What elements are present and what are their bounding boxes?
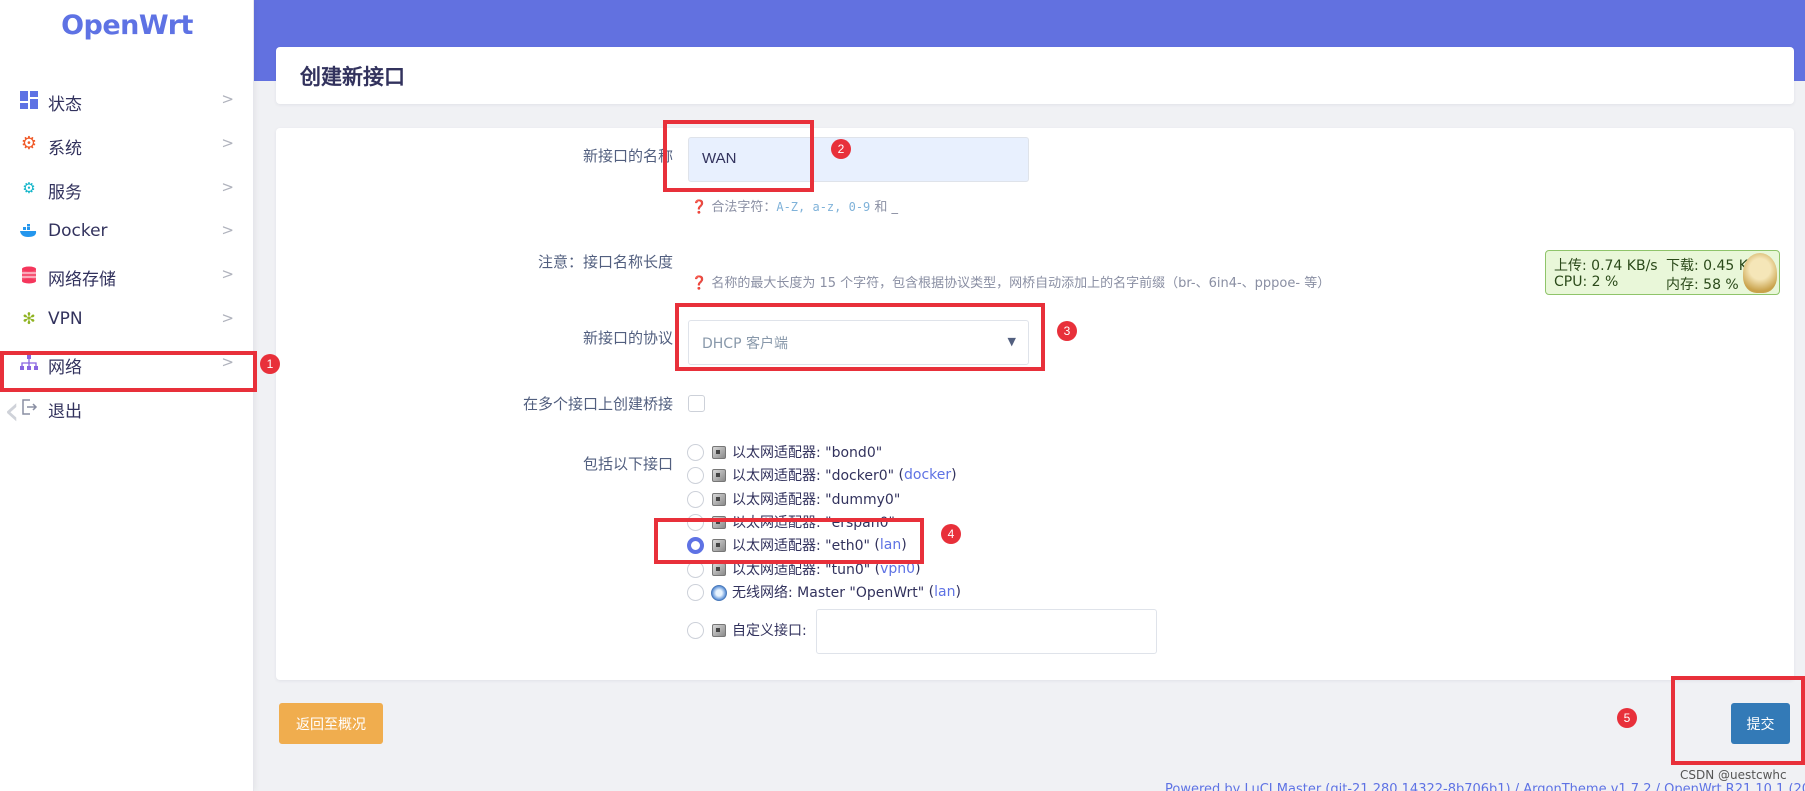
radio-button[interactable] (687, 583, 704, 601)
ethernet-port-icon (710, 467, 728, 483)
interface-option-docker0[interactable]: 以太网适配器: "docker0" (docker) (687, 465, 957, 485)
sidebar-item-vpn[interactable]: ✻ VPN > (0, 298, 254, 342)
ethernet-port-icon (710, 444, 728, 460)
interface-option-dummy0[interactable]: 以太网适配器: "dummy0" (687, 489, 900, 509)
include-label: 包括以下接口 (582, 455, 673, 473)
chevron-right-icon: > (221, 309, 234, 327)
network-link[interactable]: docker (904, 467, 951, 483)
interface-option-label: 以太网适配器: "docker0" (732, 468, 895, 484)
chevron-right-icon: > (221, 134, 234, 152)
logout-icon (18, 396, 40, 418)
sidebar-item-docker[interactable]: Docker > (0, 210, 254, 254)
annotation-badge-2: 2 (831, 139, 851, 159)
memory-usage: 内存: 58 % (1666, 277, 1739, 293)
cogs-icon: ⚙ (22, 179, 36, 197)
sidebar-item-label: Docker (48, 221, 108, 241)
custom-interface-input[interactable] (816, 609, 1157, 654)
sidebar-item-label: 状态 (48, 95, 82, 115)
sidebar-item-system[interactable]: ⚙ 系统 > (0, 123, 254, 167)
name-hint-prefix: 合法字符： (711, 200, 777, 215)
database-icon (18, 264, 40, 286)
interface-option-label: 无线网络: Master "OpenWrt" (732, 585, 925, 601)
openwrt-logo[interactable]: OpenWrt (0, 10, 254, 41)
mascot-icon (1743, 253, 1777, 293)
sidebar: OpenWrt 状态 > ⚙ 系统 > ⚙ 服务 > Docker > 网络存储… (0, 0, 254, 791)
chevron-right-icon: > (221, 221, 234, 239)
annotation-badge-1: 1 (260, 354, 280, 374)
sidebar-item-logout[interactable]: 退出 (0, 386, 254, 430)
docker-whale-icon (18, 220, 40, 242)
radio-button[interactable] (687, 621, 704, 639)
page-title-card: 创建新接口 (276, 47, 1794, 104)
chevron-right-icon: > (221, 90, 234, 108)
back-to-overview-button[interactable]: 返回至概况 (279, 703, 383, 744)
name-hint: ❓ 合法字符：A-Z, a-z, 0-9 和 _ (691, 196, 898, 215)
radio-button[interactable] (687, 466, 704, 484)
help-icon: ❓ (691, 200, 708, 215)
chevron-right-icon: > (221, 178, 234, 196)
network-link[interactable]: lan (934, 584, 955, 600)
bridge-checkbox[interactable] (688, 395, 705, 412)
sidebar-item-label: VPN (48, 309, 83, 329)
ethernet-port-icon (710, 491, 728, 507)
note-label: 注意：接口名称长度 (537, 253, 673, 271)
sidebar-item-nas[interactable]: 网络存储 > (0, 254, 254, 298)
footer-powered-by[interactable]: Powered by LuCI Master (git-21.280.14322… (1165, 782, 1805, 791)
annotation-box-2 (663, 120, 814, 192)
interface-option-label: 以太网适配器: "bond0" (732, 445, 883, 461)
interface-option-bond0[interactable]: 以太网适配器: "bond0" (687, 442, 882, 462)
name-label: 新接口的名称 (582, 147, 673, 165)
note-hint-text: 名称的最大长度为 15 个字符，包含根据协议类型，网桥自动添加上的名字前缀（br… (711, 276, 1331, 291)
chevron-right-icon: > (221, 265, 234, 283)
interface-option-wireless[interactable]: 无线网络: Master "OpenWrt" (lan) (687, 582, 961, 602)
annotation-badge-3: 3 (1057, 321, 1077, 341)
annotation-box-3 (675, 303, 1045, 371)
gear-icon: ⚙ (20, 133, 38, 154)
help-icon: ❓ (691, 276, 708, 291)
annotation-badge-4: 4 (941, 524, 961, 544)
cpu-usage: CPU: 2 % (1554, 274, 1619, 290)
upload-speed: 上传: 0.74 KB/s (1554, 258, 1658, 274)
annotation-box-4 (654, 518, 924, 564)
note-hint: ❓ 名称的最大长度为 15 个字符，包含根据协议类型，网桥自动添加上的名字前缀（… (691, 272, 1330, 291)
vpn-icon: ✻ (22, 309, 36, 328)
sidebar-item-label: 退出 (48, 402, 82, 422)
dashboard-icon (18, 89, 40, 111)
radio-button[interactable] (687, 490, 704, 508)
annotation-box-5 (1671, 676, 1805, 765)
name-hint-suffix: 和 _ (874, 200, 899, 215)
annotation-box-1 (0, 351, 257, 392)
sidebar-item-services[interactable]: ⚙ 服务 > (0, 167, 254, 211)
custom-interface-label: 自定义接口: (732, 623, 807, 639)
wireless-icon (710, 584, 728, 601)
prev-arrow-icon[interactable]: ‹ (4, 388, 20, 434)
sidebar-item-label: 服务 (48, 183, 82, 203)
interface-option-label: 以太网适配器: "dummy0" (732, 492, 901, 508)
protocol-label: 新接口的协议 (582, 329, 673, 347)
traffic-monitor-widget: 上传: 0.74 KB/s 下载: 0.45 KB/s CPU: 2 % 内存:… (1545, 250, 1780, 295)
csdn-watermark: CSDN @uestcwhc (1680, 768, 1787, 782)
annotation-badge-5: 5 (1617, 708, 1637, 728)
page-title: 创建新接口 (300, 65, 405, 89)
radio-button[interactable] (687, 443, 704, 461)
ethernet-port-icon (710, 622, 728, 638)
name-hint-chars: A-Z, a-z, 0-9 (776, 200, 871, 214)
interface-option-custom[interactable]: 自定义接口: (687, 620, 807, 640)
sidebar-item-status[interactable]: 状态 > (0, 79, 254, 123)
bridge-label: 在多个接口上创建桥接 (522, 395, 673, 413)
sidebar-item-label: 系统 (48, 139, 82, 159)
sidebar-item-label: 网络存储 (48, 270, 116, 290)
